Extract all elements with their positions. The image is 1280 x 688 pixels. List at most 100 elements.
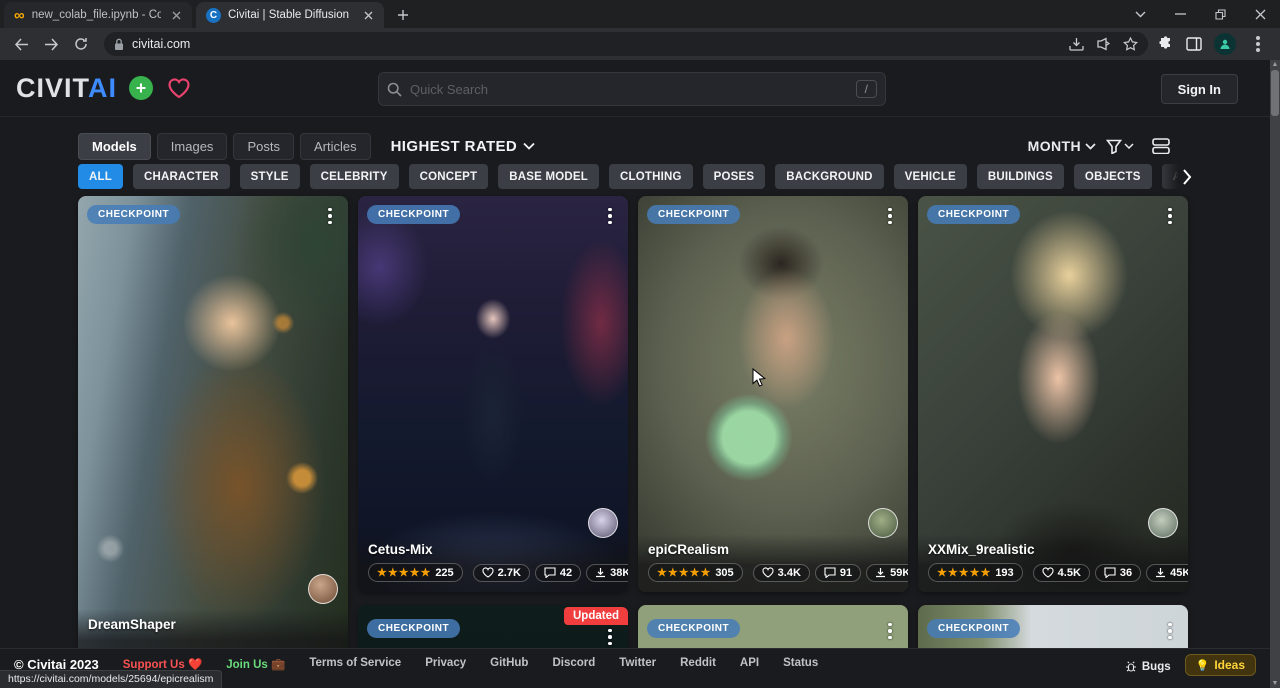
close-button[interactable] <box>1240 0 1280 28</box>
tab-images[interactable]: Images <box>157 133 228 160</box>
model-card-epicrealism[interactable]: CHECKPOINT epiCRealism ★★★★★305 3.4K 91 … <box>638 196 908 592</box>
footer-link-reddit[interactable]: Reddit <box>680 657 716 669</box>
share-icon[interactable] <box>1096 37 1111 51</box>
chip-character[interactable]: CHARACTER <box>133 164 230 189</box>
chip-clothing[interactable]: CLOTHING <box>609 164 693 189</box>
chip-objects[interactable]: OBJECTS <box>1074 164 1152 189</box>
lock-icon <box>114 38 124 51</box>
logo-civit: CIVIT <box>16 73 88 103</box>
chip-buildings[interactable]: BUILDINGS <box>977 164 1064 189</box>
chevron-right-icon <box>1182 169 1192 185</box>
chip-all[interactable]: ALL <box>78 164 123 189</box>
browser-tab-civitai[interactable]: C Civitai | Stable Diffusion models, <box>196 2 384 28</box>
downloads-count: 38K <box>610 567 628 579</box>
browser-menu-icon[interactable] <box>1256 42 1260 46</box>
model-card-xxmix9realistic[interactable]: CHECKPOINT XXMix_9realistic ★★★★★193 4.5… <box>918 196 1188 592</box>
downloads-pill: 38K <box>586 564 628 582</box>
layout-toggle-icon[interactable] <box>1152 138 1170 154</box>
model-title: XXMix_9realistic <box>928 542 1178 557</box>
period-dropdown[interactable]: MONTH <box>1028 138 1096 154</box>
footer-link-github[interactable]: GitHub <box>490 657 528 669</box>
footer-link-discord[interactable]: Discord <box>552 657 595 669</box>
filter-dropdown[interactable] <box>1106 139 1134 154</box>
chevron-down-icon <box>1085 143 1096 150</box>
back-icon[interactable] <box>8 31 34 57</box>
restore-button[interactable] <box>1200 0 1240 28</box>
tab-articles[interactable]: Articles <box>300 133 371 160</box>
card-menu-icon[interactable] <box>882 206 898 226</box>
reload-icon[interactable] <box>68 31 94 57</box>
chip-poses[interactable]: POSES <box>703 164 766 189</box>
card-menu-icon[interactable] <box>1162 621 1178 641</box>
comments-pill: 91 <box>815 564 861 582</box>
sort-label: HIGHEST RATED <box>391 138 518 155</box>
bugs-button[interactable]: Bugs <box>1125 661 1171 673</box>
card-menu-icon[interactable] <box>602 206 618 226</box>
new-tab-button[interactable] <box>390 2 416 28</box>
checkpoint-badge: CHECKPOINT <box>367 619 460 638</box>
likes-pill: 4.5K <box>1033 564 1090 582</box>
bookmark-star-icon[interactable] <box>1123 37 1138 51</box>
footer-link-status[interactable]: Status <box>783 657 818 669</box>
briefcase-emoji-icon: 💼 <box>271 659 285 671</box>
chip-background[interactable]: BACKGROUND <box>775 164 883 189</box>
browser-tab-colab[interactable]: ∞ new_colab_file.ipynb - Colaborat <box>4 2 192 28</box>
scrollbar-thumb[interactable] <box>1271 70 1279 116</box>
card-menu-icon[interactable] <box>602 627 618 647</box>
model-card-dreamshaper[interactable]: CHECKPOINT DreamShaper <box>78 196 348 666</box>
comments-pill: 36 <box>1095 564 1141 582</box>
likes-pill: 2.7K <box>473 564 530 582</box>
sort-dropdown[interactable]: HIGHEST RATED <box>391 138 536 155</box>
profile-avatar[interactable] <box>1214 33 1236 55</box>
tab-close-icon[interactable] <box>168 7 184 23</box>
civitai-logo[interactable]: CIVITAI <box>16 75 191 102</box>
scroll-up-icon[interactable]: ▲ <box>1270 60 1280 69</box>
tab-close-icon[interactable] <box>360 7 376 23</box>
content-nav-row: Models Images Posts Articles HIGHEST RAT… <box>78 131 1270 161</box>
chip-base-model[interactable]: BASE MODEL <box>498 164 599 189</box>
chip-concept[interactable]: CONCEPT <box>409 164 489 189</box>
footer-link-twitter[interactable]: Twitter <box>619 657 656 669</box>
checkpoint-badge: CHECKPOINT <box>647 619 740 638</box>
model-card-cetus-mix[interactable]: CHECKPOINT Cetus-Mix ★★★★★225 2.7K 42 38… <box>358 196 628 592</box>
address-bar[interactable]: civitai.com <box>104 32 1148 56</box>
filter-controls: MONTH <box>1028 131 1170 161</box>
chips-scroll-right[interactable] <box>1158 164 1192 190</box>
model-grid: CHECKPOINT DreamShaper CHECKPOINT Cetu <box>78 196 1188 688</box>
search-shortcut-key: / <box>856 80 877 98</box>
page-content: Models Images Posts Articles HIGHEST RAT… <box>0 117 1270 688</box>
save-page-icon[interactable] <box>1069 37 1084 51</box>
model-preview-image <box>918 196 1188 592</box>
tab-posts[interactable]: Posts <box>233 133 294 160</box>
favorites-heart-icon[interactable] <box>167 77 191 99</box>
footer-link-privacy[interactable]: Privacy <box>425 657 466 669</box>
scroll-down-icon[interactable]: ▼ <box>1270 679 1280 688</box>
side-panel-icon[interactable] <box>1186 37 1202 51</box>
forward-icon[interactable] <box>38 31 64 57</box>
comments-count: 42 <box>560 567 572 579</box>
tab-models[interactable]: Models <box>78 133 151 160</box>
extensions-puzzle-icon[interactable] <box>1158 36 1174 52</box>
chip-style[interactable]: STYLE <box>240 164 300 189</box>
search-input[interactable]: Quick Search / <box>378 72 886 106</box>
window-controls <box>1120 0 1280 28</box>
rating-pill: ★★★★★305 <box>648 563 743 582</box>
chip-vehicle[interactable]: VEHICLE <box>894 164 967 189</box>
ideas-button[interactable]: 💡 Ideas <box>1185 654 1256 676</box>
toolbar-extensions <box>1158 33 1272 55</box>
chip-celebrity[interactable]: CELEBRITY <box>310 164 399 189</box>
creator-avatar[interactable] <box>308 574 338 604</box>
sign-in-button[interactable]: Sign In <box>1161 74 1238 104</box>
card-menu-icon[interactable] <box>882 621 898 641</box>
lightbulb-emoji-icon: 💡 <box>1196 659 1210 672</box>
card-menu-icon[interactable] <box>1162 206 1178 226</box>
footer-link-terms[interactable]: Terms of Service <box>309 657 401 669</box>
page-scrollbar[interactable]: ▲ ▼ <box>1270 60 1280 688</box>
footer-link-join[interactable]: Join Us 💼 <box>226 657 285 671</box>
card-menu-icon[interactable] <box>322 206 338 226</box>
tab-search-icon[interactable] <box>1120 0 1160 28</box>
footer-link-api[interactable]: API <box>740 657 759 669</box>
minimize-button[interactable] <box>1160 0 1200 28</box>
footer-link-support[interactable]: Support Us ❤️ <box>123 657 203 671</box>
create-plus-icon[interactable] <box>129 76 153 100</box>
